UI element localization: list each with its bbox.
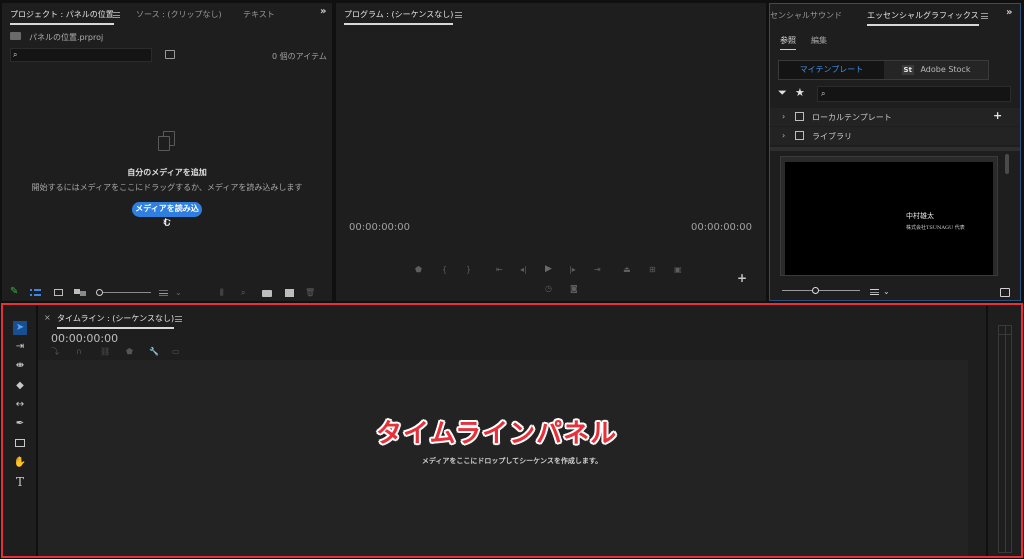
essential-graphics-panel: センシャルサウンド エッセンシャルグラフィックス » 参照 編集 マイテンプレー… bbox=[769, 3, 1021, 301]
template-source-toggle: マイテンプレート St Adobe Stock bbox=[778, 60, 989, 80]
sort-chevron-down-icon[interactable]: ⌄ bbox=[175, 288, 182, 298]
project-search-input[interactable]: ⌕ bbox=[10, 48, 152, 62]
tab-project[interactable]: プロジェクト : パネルの位置 bbox=[10, 9, 114, 25]
graphics-overflow-icon[interactable]: » bbox=[1006, 7, 1012, 18]
trash-icon[interactable]: 🗑 bbox=[305, 288, 315, 298]
mark-out-icon[interactable]: } bbox=[466, 265, 471, 275]
tree-item-library[interactable]: › ライブラリ bbox=[770, 127, 1020, 145]
program-menu-icon[interactable] bbox=[455, 12, 462, 18]
project-tabbar: プロジェクト : パネルの位置 ソース : (クリップなし) テキスト » bbox=[2, 3, 332, 25]
program-monitor-panel: プログラム : (シーケンスなし) 00:00:00:00 00:00:00:0… bbox=[336, 3, 766, 301]
tree-item-local-templates[interactable]: › ローカルテンプレート + bbox=[770, 108, 1020, 126]
project-menu-icon[interactable] bbox=[113, 12, 120, 18]
tab-source[interactable]: ソース : (クリップなし) bbox=[136, 9, 222, 20]
star-icon[interactable]: ★ bbox=[795, 87, 805, 98]
preview-name: 中村雄太 bbox=[906, 212, 934, 220]
import-media-button[interactable]: メディアを読み込む bbox=[132, 202, 202, 227]
program-tabbar: プログラム : (シーケンスなし) bbox=[336, 3, 766, 25]
mark-in-icon[interactable]: { bbox=[442, 265, 447, 275]
comparison-view-icon[interactable]: ▣ bbox=[674, 265, 682, 275]
project-file-icon bbox=[10, 32, 21, 40]
tab-text[interactable]: テキスト bbox=[243, 9, 275, 20]
preview-company: 株式会社TSUNAGU 代表 bbox=[906, 225, 965, 231]
tree-label: ローカルテンプレート bbox=[812, 113, 892, 122]
program-timecode-playhead[interactable]: 00:00:00:00 bbox=[349, 222, 410, 233]
extract-icon[interactable]: ⊞ bbox=[649, 265, 656, 275]
add-icon[interactable]: + bbox=[993, 110, 1002, 121]
go-to-in-icon[interactable]: ⇤ bbox=[496, 265, 503, 275]
tab-essential-sound[interactable]: センシャルサウンド bbox=[770, 10, 842, 21]
subtab-edit[interactable]: 編集 bbox=[811, 35, 827, 46]
tree-label: ライブラリ bbox=[812, 132, 852, 141]
go-to-out-icon[interactable]: ⇥ bbox=[594, 265, 601, 275]
add-marker-icon[interactable]: ⬟ bbox=[415, 265, 422, 275]
new-layer-icon[interactable] bbox=[1000, 288, 1010, 297]
project-overflow-icon[interactable]: » bbox=[320, 6, 326, 17]
checkbox[interactable] bbox=[795, 131, 804, 140]
program-timecode-duration: 00:00:00:00 bbox=[691, 222, 753, 233]
play-icon[interactable]: ▶ bbox=[545, 264, 552, 274]
chevron-right-icon[interactable]: › bbox=[782, 131, 785, 141]
search-icon: ⌕ bbox=[821, 89, 826, 98]
timeline-highlight-frame bbox=[1, 303, 1023, 558]
chevron-right-icon[interactable]: › bbox=[782, 112, 785, 122]
graphics-scrollbar[interactable] bbox=[1005, 154, 1009, 174]
new-bin-icon[interactable] bbox=[262, 290, 272, 297]
media-files-icon bbox=[157, 131, 177, 153]
empty-title: 自分のメディアを追加 bbox=[127, 168, 207, 177]
zoom-slider[interactable] bbox=[96, 288, 152, 298]
checkbox[interactable] bbox=[795, 112, 804, 121]
divider bbox=[770, 147, 1020, 151]
icon-view-icon[interactable] bbox=[54, 289, 63, 296]
template-thumbnail[interactable]: 中村雄太 株式会社TSUNAGU 代表 bbox=[780, 156, 998, 276]
freeform-view-icon[interactable] bbox=[74, 289, 86, 296]
list-view-icon[interactable] bbox=[30, 289, 41, 297]
find-icon[interactable]: ⌕ bbox=[241, 288, 245, 298]
new-bin-from-search-icon[interactable] bbox=[165, 50, 175, 59]
thumbnail-size-slider[interactable] bbox=[782, 286, 860, 296]
graphics-menu-icon[interactable] bbox=[981, 13, 988, 19]
button-editor-plus-icon[interactable]: + bbox=[737, 272, 747, 284]
export-frame-icon[interactable]: ◙ bbox=[570, 284, 578, 294]
adobe-stock-button[interactable]: St Adobe Stock bbox=[884, 61, 988, 79]
sort-icon[interactable] bbox=[870, 289, 879, 295]
lift-icon[interactable]: ⏏ bbox=[623, 265, 631, 275]
search-icon: ⌕ bbox=[13, 50, 18, 59]
graphics-search-input[interactable]: ⌕ bbox=[817, 86, 1011, 102]
empty-description: 開始するにはメディアをここにドラッグするか、メディアを読み込みします bbox=[31, 183, 303, 192]
filter-icon[interactable]: ⏷ bbox=[778, 87, 787, 98]
my-templates-button[interactable]: マイテンプレート bbox=[779, 61, 884, 79]
safe-margins-icon[interactable]: ◷ bbox=[545, 284, 552, 294]
project-file-name: パネルの位置.prproj bbox=[29, 33, 104, 42]
step-back-icon[interactable]: ◂| bbox=[520, 265, 527, 275]
automate-to-sequence-icon[interactable]: ⫼ bbox=[220, 288, 224, 298]
graphics-tabbar: センシャルサウンド エッセンシャルグラフィックス » bbox=[770, 4, 1020, 26]
template-preview: 中村雄太 株式会社TSUNAGU 代表 bbox=[785, 162, 993, 275]
subtab-browse[interactable]: 参照 bbox=[780, 35, 796, 50]
sort-chevron-down-icon[interactable]: ⌄ bbox=[883, 287, 890, 297]
adobe-stock-logo-icon: St bbox=[901, 65, 914, 75]
tab-program[interactable]: プログラム : (シーケンスなし) bbox=[344, 9, 454, 25]
new-item-icon[interactable] bbox=[285, 289, 294, 297]
item-count: 0 個のアイテム bbox=[272, 52, 327, 61]
tab-essential-graphics[interactable]: エッセンシャルグラフィックス bbox=[867, 10, 979, 26]
project-panel: プロジェクト : パネルの位置 ソース : (クリップなし) テキスト » パネ… bbox=[2, 3, 332, 301]
sort-icon[interactable] bbox=[159, 290, 168, 296]
pencil-icon[interactable]: ✎ bbox=[10, 287, 18, 297]
step-forward-icon[interactable]: |▸ bbox=[569, 265, 576, 275]
